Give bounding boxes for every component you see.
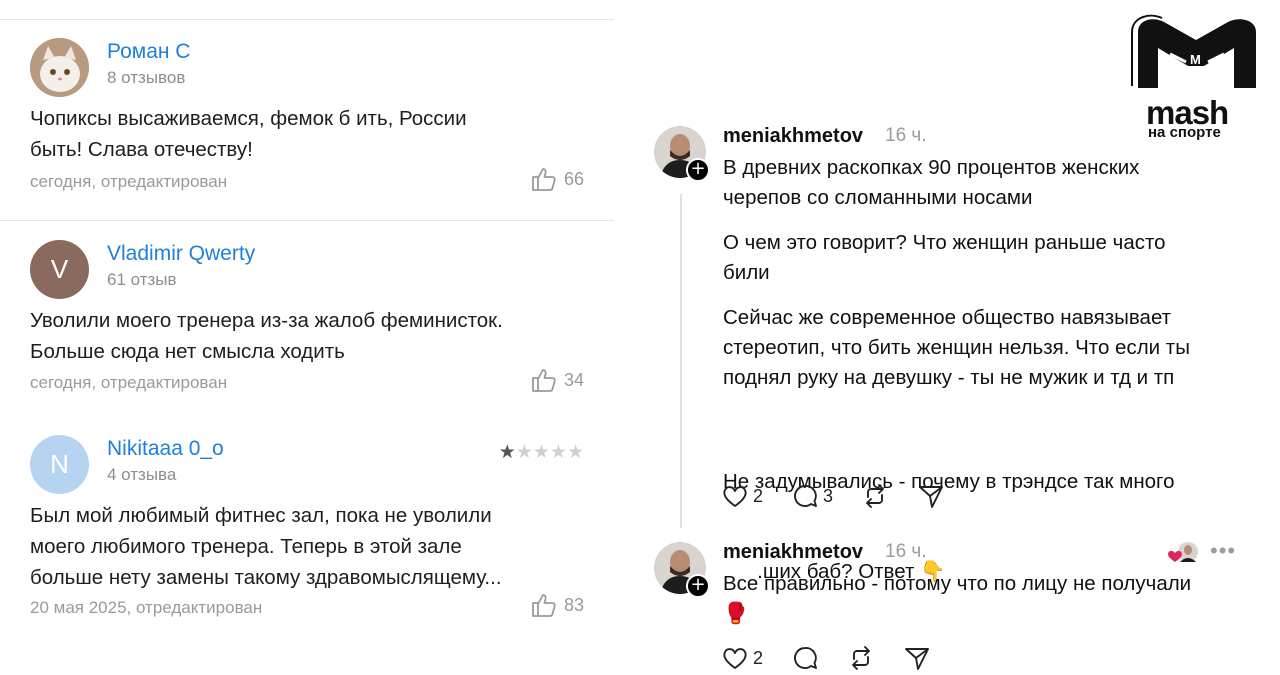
- thumbs-up-icon: [532, 168, 556, 191]
- like-button[interactable]: 2: [721, 644, 763, 672]
- review-count: 61 отзыв: [107, 270, 177, 289]
- mash-logo: M mash на спорте: [1130, 14, 1262, 142]
- like-count: 66: [563, 168, 584, 189]
- heart-icon: [723, 648, 747, 669]
- post-line: Все правильно - потому что по лицу не по…: [723, 572, 1192, 595]
- post-line: черепов со сломанными носами: [723, 186, 1033, 209]
- cat-photo-icon: [30, 38, 89, 97]
- post-line: били: [723, 261, 770, 284]
- repost-icon: [866, 484, 884, 508]
- like-button[interactable]: 66: [530, 166, 584, 192]
- more-icon[interactable]: •••: [1210, 538, 1236, 564]
- post-line: поднял руку на девушку - ты не мужик и т…: [723, 366, 1175, 389]
- review-text-line: Уволили моего тренера из-за жалоб фемини…: [30, 309, 503, 332]
- star-icon: ★: [498, 442, 516, 463]
- post-line: 🥊: [723, 602, 749, 625]
- post-actions: 2 3: [721, 482, 973, 510]
- repost-button[interactable]: [847, 644, 875, 672]
- thumbs-up-icon: [532, 594, 556, 617]
- like-count: 34: [563, 369, 584, 390]
- reviews-panel: Роман С 8 отзывов Чопиксы высаживаемся, …: [0, 0, 614, 675]
- review-text: Чопиксы высаживаемся, фемок б ить, Росси…: [30, 103, 590, 165]
- post-username[interactable]: meniakhmetov: [723, 125, 863, 148]
- review-author[interactable]: Nikitaaa 0_o: [107, 437, 224, 461]
- review-text-line: Чопиксы высаживаемся, фемок б ить, Росси…: [30, 107, 467, 130]
- post-paragraph: В древних раскопках 90 процентов женских…: [723, 153, 1139, 213]
- thread-line: [680, 194, 682, 528]
- like-count: 2: [753, 485, 764, 506]
- star-icon: ★: [566, 442, 584, 463]
- like-button[interactable]: 83: [530, 592, 584, 618]
- follow-plus-icon[interactable]: +: [686, 158, 710, 182]
- post-actions: 2: [721, 644, 959, 672]
- review-count: 4 отзыва: [107, 465, 177, 484]
- post-line: Сейчас же современное общество навязывае…: [723, 306, 1172, 329]
- post-paragraph: О чем это говорит? Что женщин раньше час…: [723, 228, 1166, 288]
- review-date: 20 мая 2025, отредактирован: [30, 598, 263, 617]
- review-date: сегодня, отредактирован: [30, 373, 228, 392]
- avatar[interactable]: V: [30, 240, 89, 299]
- review-text-line: моего любимого тренера. Теперь в этой за…: [30, 535, 462, 558]
- share-button[interactable]: [917, 482, 945, 510]
- avatar-initial: V: [50, 254, 69, 284]
- post-time: 16 ч.: [885, 125, 927, 146]
- review-text: Был мой любимый фитнес зал, пока не увол…: [30, 500, 590, 593]
- share-button[interactable]: [903, 644, 931, 672]
- repost-icon: [852, 646, 870, 670]
- review-text-line: Был мой любимый фитнес зал, пока не увол…: [30, 504, 492, 527]
- mash-mask-icon: M: [1131, 14, 1256, 89]
- post-line: В древних раскопках 90 процентов женских: [723, 156, 1140, 179]
- review-count: 8 отзывов: [107, 68, 186, 87]
- avatar[interactable]: [30, 38, 89, 97]
- review-item: V Vladimir Qwerty 61 отзыв Уволили моего…: [30, 240, 584, 400]
- share-icon: [905, 648, 929, 670]
- heart-icon: [723, 486, 747, 507]
- follow-plus-icon[interactable]: +: [686, 574, 710, 598]
- comment-icon: [794, 485, 817, 507]
- post-line: О чем это говорит? Что женщин раньше час…: [723, 231, 1166, 254]
- comment-button[interactable]: [791, 644, 819, 672]
- post-line: стереотип, что бить женщин нельзя. Что е…: [723, 336, 1190, 359]
- star-icon: ★: [549, 442, 567, 463]
- review-item: N Nikitaaa 0_o 4 отзыва ★★★★★ Был мой лю…: [30, 435, 584, 635]
- comment-button[interactable]: 3: [791, 482, 833, 510]
- like-button[interactable]: 34: [530, 367, 584, 393]
- comment-count: 3: [823, 485, 834, 506]
- review-text-line: быть! Слава отечеству!: [30, 138, 253, 161]
- thumbs-up-icon: [532, 369, 556, 392]
- svg-text:M: M: [1190, 52, 1201, 67]
- review-text: Уволили моего тренера из-за жалоб фемини…: [30, 305, 590, 367]
- star-icon: ★: [532, 442, 550, 463]
- share-icon: [919, 486, 943, 508]
- divider: [0, 19, 614, 20]
- liked-by-author-icon: [1166, 540, 1200, 566]
- divider: [0, 220, 614, 221]
- heart-avatar-icon: [1168, 542, 1198, 562]
- post-time: 16 ч.: [885, 541, 927, 562]
- post-username[interactable]: meniakhmetov: [723, 541, 863, 564]
- avatar-initial: N: [50, 449, 69, 479]
- star-rating: ★★★★★: [499, 441, 584, 464]
- like-count: 2: [753, 647, 764, 668]
- avatar[interactable]: N: [30, 435, 89, 494]
- post-paragraph: Все правильно - потому что по лицу не по…: [723, 569, 1191, 629]
- comment-icon: [794, 647, 817, 669]
- review-date: сегодня, отредактирован: [30, 172, 228, 191]
- like-button[interactable]: 2: [721, 482, 763, 510]
- post-paragraph: Сейчас же современное общество навязывае…: [723, 303, 1190, 393]
- review-text-line: Больше сюда нет смысла ходить: [30, 340, 345, 363]
- review-author[interactable]: Роман С: [107, 40, 190, 64]
- review-author[interactable]: Vladimir Qwerty: [107, 242, 255, 266]
- review-text-line: больше нету замены такому здравомыслящем…: [30, 566, 502, 589]
- review-item: Роман С 8 отзывов Чопиксы высаживаемся, …: [30, 38, 584, 208]
- like-count: 83: [563, 594, 584, 615]
- repost-button[interactable]: [861, 482, 889, 510]
- star-icon: ★: [515, 442, 533, 463]
- logo-subtitle: на спорте: [1148, 124, 1221, 141]
- threads-panel: M mash на спорте + meniakhmetov 16 ч. В …: [614, 0, 1280, 675]
